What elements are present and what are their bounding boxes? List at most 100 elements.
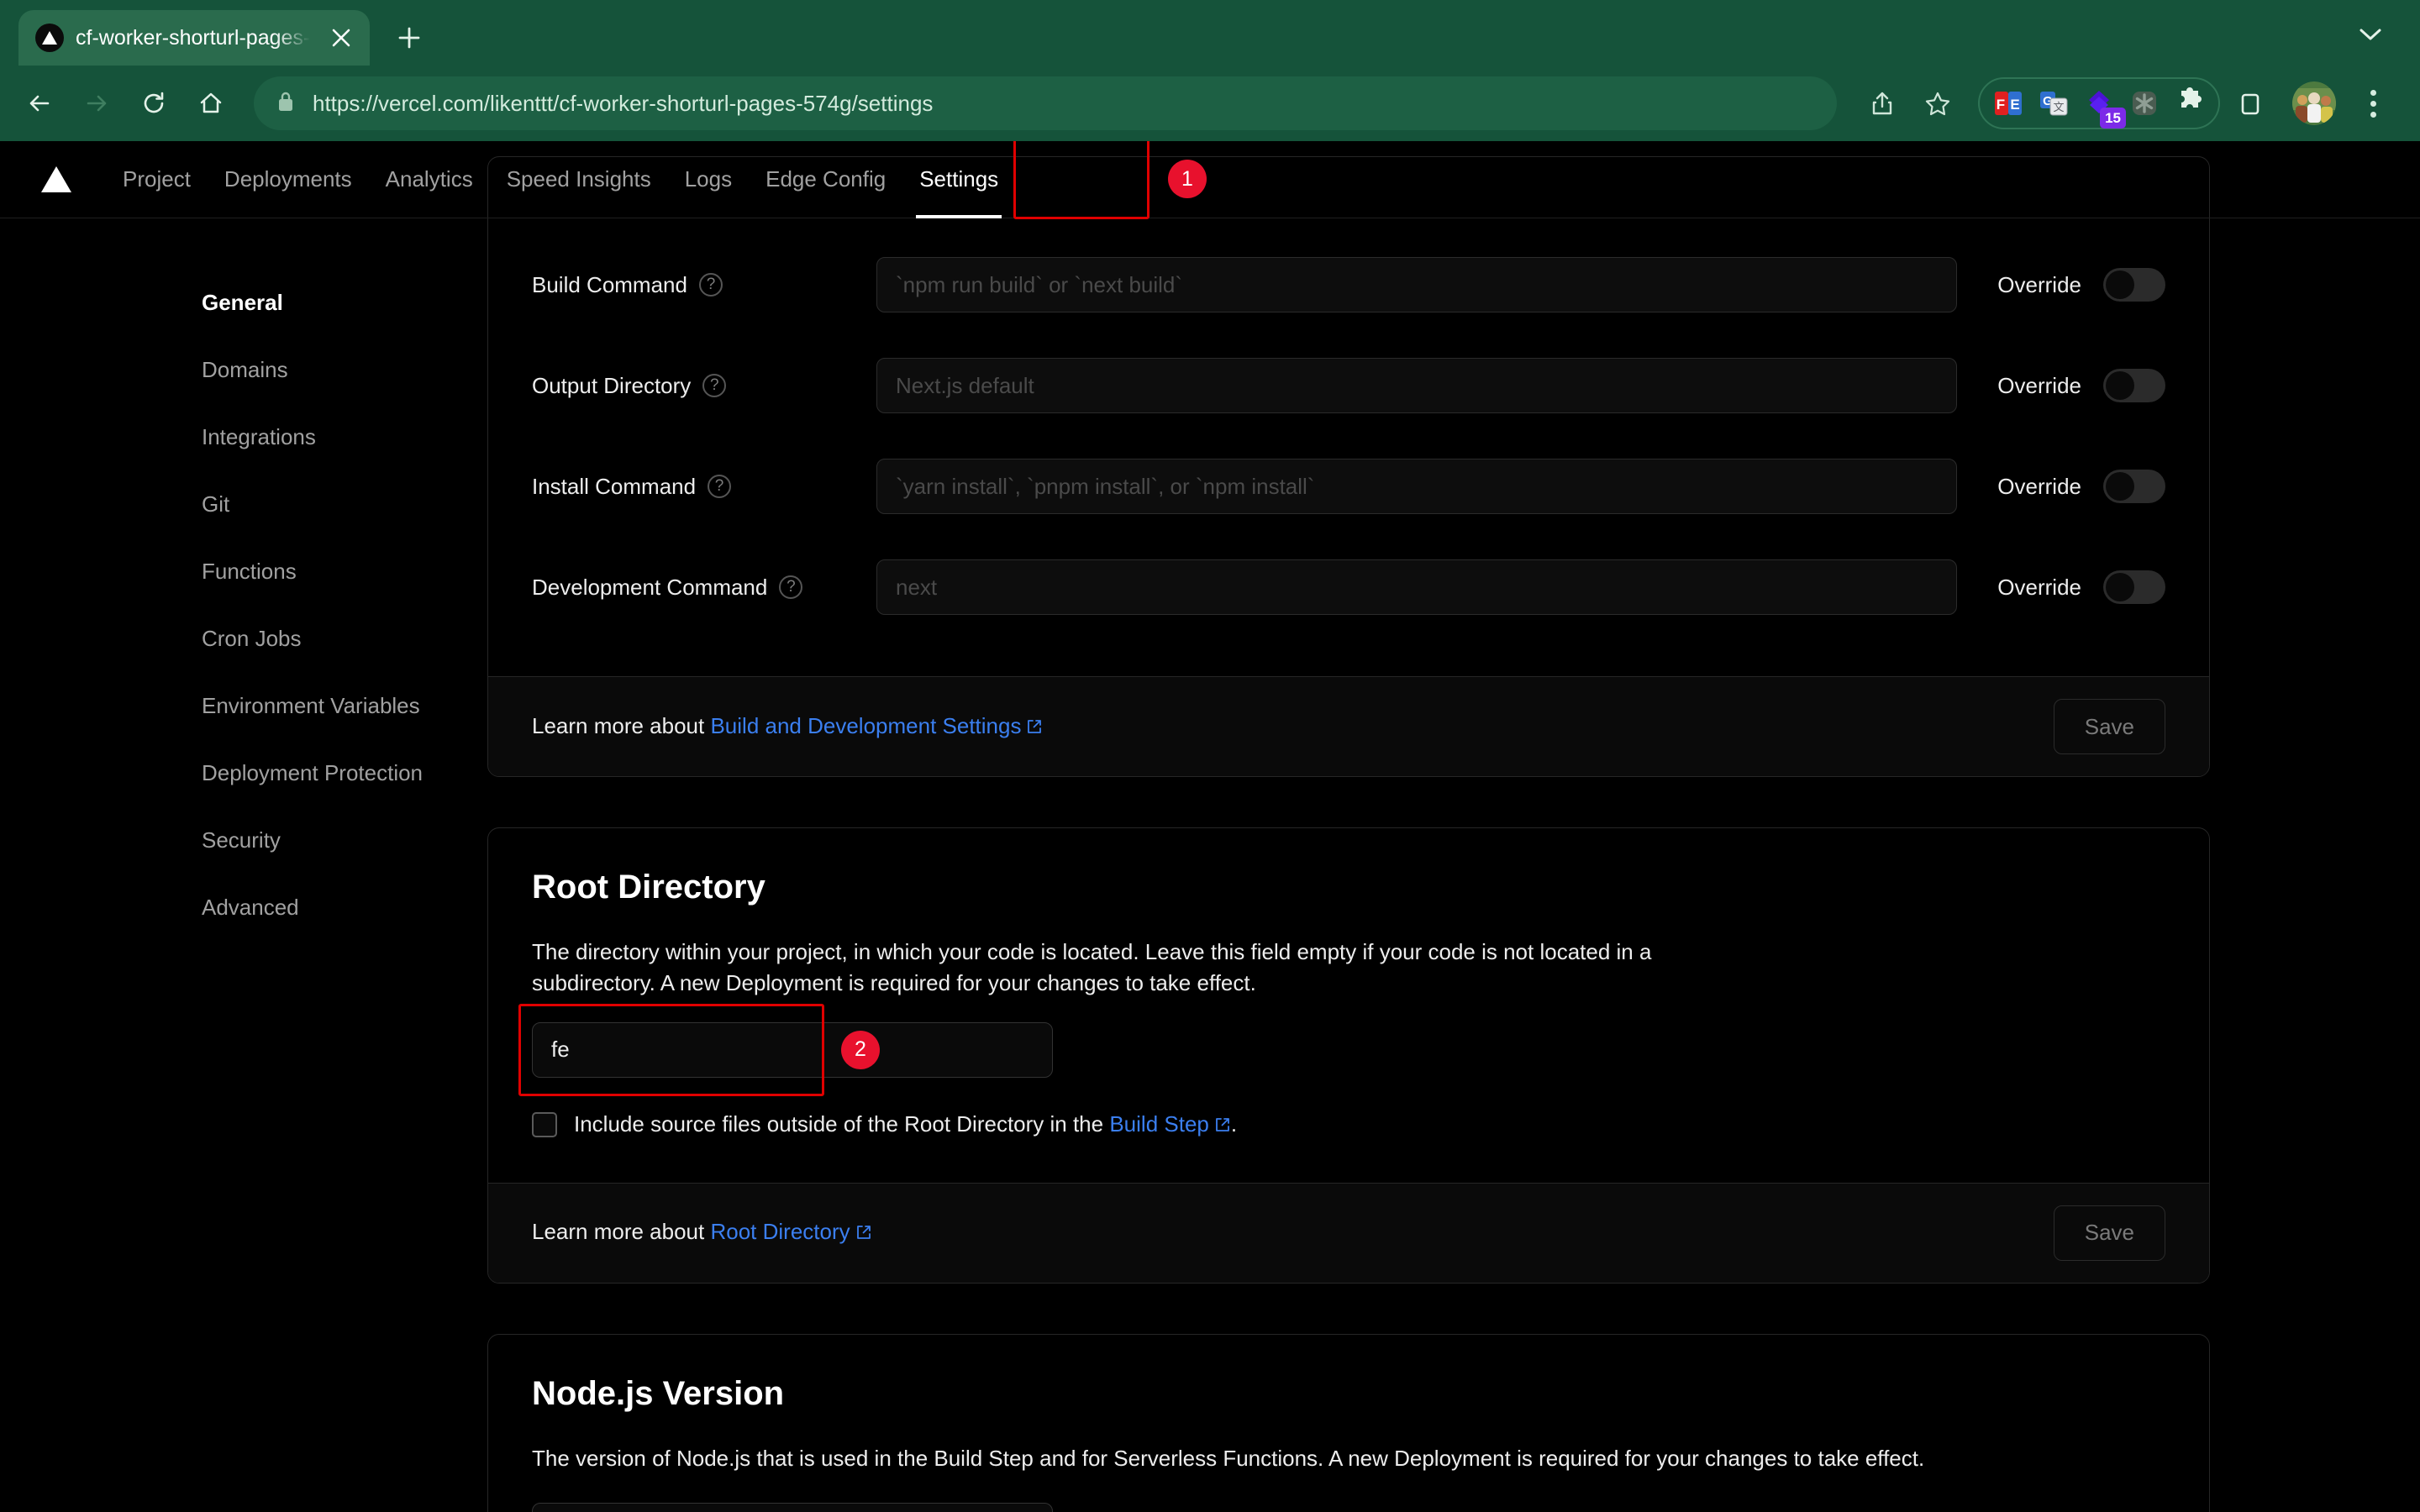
browser-toolbar: https://vercel.com/likenttt/cf-worker-sh… xyxy=(0,66,2420,141)
url-text: https://vercel.com/likenttt/cf-worker-sh… xyxy=(313,90,934,116)
sidebar-item-deployment-protection[interactable]: Deployment Protection xyxy=(202,739,487,806)
extension-badge-count: 15 xyxy=(2100,108,2126,129)
sidebar-item-integrations[interactable]: Integrations xyxy=(202,403,487,470)
tab-strip: cf-worker-shorturl-pages-574g xyxy=(0,0,2420,66)
build-settings-footer: Learn more about Build and Development S… xyxy=(488,676,2209,776)
bookmark-star-icon[interactable] xyxy=(1912,78,1963,129)
sidebar-item-general[interactable]: General xyxy=(202,269,487,336)
vercel-page: Project Deployments Analytics Speed Insi… xyxy=(0,141,2420,1512)
help-icon[interactable]: ? xyxy=(779,575,803,599)
node-version-select[interactable] xyxy=(532,1502,1053,1512)
settings-content: General Domains Integrations Git Functio… xyxy=(0,156,2420,1512)
fe-extension-icon[interactable]: F E xyxy=(1988,83,2028,123)
sidebar-item-label: Security xyxy=(202,827,281,853)
help-icon[interactable]: ? xyxy=(702,374,727,397)
settings-sidebar: General Domains Integrations Git Functio… xyxy=(0,234,487,1512)
avatar[interactable] xyxy=(2292,81,2336,125)
sidebar-item-security[interactable]: Security xyxy=(202,806,487,874)
build-command-input[interactable]: `npm run build` or `next build` xyxy=(876,257,1958,312)
build-command-label: Build Command ? xyxy=(532,272,876,298)
help-icon[interactable]: ? xyxy=(708,475,732,498)
puzzle-extensions-icon[interactable] xyxy=(2170,83,2210,123)
override-label: Override xyxy=(1997,372,2081,398)
new-tab-button[interactable] xyxy=(385,13,434,62)
root-directory-description: The directory within your project, in wh… xyxy=(532,939,1652,995)
reload-icon[interactable] xyxy=(128,77,180,129)
sidebar-item-git[interactable]: Git xyxy=(202,470,487,538)
override-toggle[interactable] xyxy=(2103,369,2165,402)
address-bar[interactable]: https://vercel.com/likenttt/cf-worker-sh… xyxy=(254,76,1837,130)
override-toggle[interactable] xyxy=(2103,470,2165,503)
output-directory-input[interactable]: Next.js default xyxy=(876,358,1958,413)
purple-diamond-extension-icon[interactable]: 15 xyxy=(2079,83,2126,129)
include-source-files-label: Include source files outside of the Root… xyxy=(574,1111,1237,1139)
sidebar-item-label: General xyxy=(202,289,283,315)
node-version-body: Node.js Version The version of Node.js t… xyxy=(488,1335,2209,1512)
nav-tab-project[interactable]: Project xyxy=(106,141,208,218)
output-directory-label: Output Directory ? xyxy=(532,373,876,399)
lock-icon xyxy=(276,90,296,118)
sidebar-item-label: Domains xyxy=(202,356,288,382)
chevron-down-icon[interactable] xyxy=(2351,15,2390,54)
root-directory-input[interactable]: fe xyxy=(532,1021,1053,1078)
share-icon[interactable] xyxy=(1857,78,1907,129)
root-directory-footer: Learn more about Root Directory Save xyxy=(488,1182,2209,1283)
three-dot-menu-icon[interactable] xyxy=(2349,78,2396,129)
home-icon[interactable] xyxy=(185,77,237,129)
nav-tab-speed-insights[interactable]: Speed Insights xyxy=(490,141,668,218)
development-command-override: Override xyxy=(1997,570,2165,604)
node-version-description: The version of Node.js that is used in t… xyxy=(532,1445,1925,1471)
back-arrow-icon[interactable] xyxy=(13,77,66,129)
override-toggle[interactable] xyxy=(2103,268,2165,302)
annotation-badge-2: 2 xyxy=(841,1030,880,1069)
build-development-settings-card: Build Command ? `npm run build` or `next… xyxy=(487,156,2210,777)
google-translate-extension-icon[interactable]: G 文 xyxy=(2033,83,2074,123)
root-directory-doc-link[interactable]: Root Directory xyxy=(710,1219,850,1244)
override-toggle[interactable] xyxy=(2103,570,2165,604)
node-version-card: Node.js Version The version of Node.js t… xyxy=(487,1333,2210,1512)
build-command-row: Build Command ? `npm run build` or `next… xyxy=(488,234,2209,335)
build-settings-doc-link[interactable]: Build and Development Settings xyxy=(710,713,1021,738)
settings-main: Build Command ? `npm run build` or `next… xyxy=(487,156,2420,1512)
output-directory-row: Output Directory ? Next.js default Overr… xyxy=(488,335,2209,436)
development-command-label: Development Command ? xyxy=(532,575,876,601)
include-source-files-row: Include source files outside of the Root… xyxy=(532,1111,2165,1139)
root-directory-save-button[interactable]: Save xyxy=(2053,1205,2165,1261)
browser-tab[interactable]: cf-worker-shorturl-pages-574g xyxy=(18,10,370,66)
browser-window: cf-worker-shorturl-pages-574g xyxy=(0,0,2420,1512)
sidebar-item-advanced[interactable]: Advanced xyxy=(202,874,487,941)
include-source-files-checkbox[interactable] xyxy=(532,1112,557,1138)
nav-tab-edge-config[interactable]: Edge Config xyxy=(749,141,902,218)
sidebar-item-functions[interactable]: Functions xyxy=(202,538,487,605)
help-icon[interactable]: ? xyxy=(698,273,723,297)
sidebar-item-environment-variables[interactable]: Environment Variables xyxy=(202,672,487,739)
install-command-input[interactable]: `yarn install`, `pnpm install`, or `npm … xyxy=(876,459,1958,514)
sidebar-item-domains[interactable]: Domains xyxy=(202,336,487,403)
override-label: Override xyxy=(1997,574,2081,600)
build-settings-save-button[interactable]: Save xyxy=(2053,699,2165,754)
nav-tab-deployments[interactable]: Deployments xyxy=(208,141,369,218)
external-link-icon xyxy=(855,1221,872,1247)
nav-tab-analytics[interactable]: Analytics xyxy=(369,141,490,218)
asterisk-extension-icon[interactable] xyxy=(2124,83,2165,123)
nav-tab-logs[interactable]: Logs xyxy=(668,141,749,218)
build-command-override: Override xyxy=(1997,268,2165,302)
sidebar-item-cron-jobs[interactable]: Cron Jobs xyxy=(202,605,487,672)
build-step-link[interactable]: Build Step xyxy=(1109,1111,1209,1137)
nav-tab-settings[interactable]: Settings xyxy=(902,141,1015,218)
svg-text:F: F xyxy=(1996,97,2005,113)
close-icon[interactable] xyxy=(324,21,358,55)
extensions-group: F E G 文 15 xyxy=(1978,77,2220,129)
sidebar-item-label: Integrations xyxy=(202,423,316,449)
root-directory-learn-more: Learn more about Root Directory xyxy=(532,1219,872,1247)
svg-text:文: 文 xyxy=(2053,101,2064,113)
development-command-input[interactable]: next xyxy=(876,559,1958,615)
vercel-logo-icon[interactable] xyxy=(32,157,81,202)
sidebar-item-label: Functions xyxy=(202,558,297,584)
forward-arrow-icon[interactable] xyxy=(71,77,123,129)
side-panel-icon[interactable] xyxy=(2225,78,2275,129)
vercel-triangle-icon xyxy=(35,24,64,52)
install-command-row: Install Command ? `yarn install`, `pnpm … xyxy=(488,436,2209,537)
sidebar-item-label: Advanced xyxy=(202,894,299,920)
root-directory-input-wrap: fe 2 xyxy=(518,1003,1053,1096)
